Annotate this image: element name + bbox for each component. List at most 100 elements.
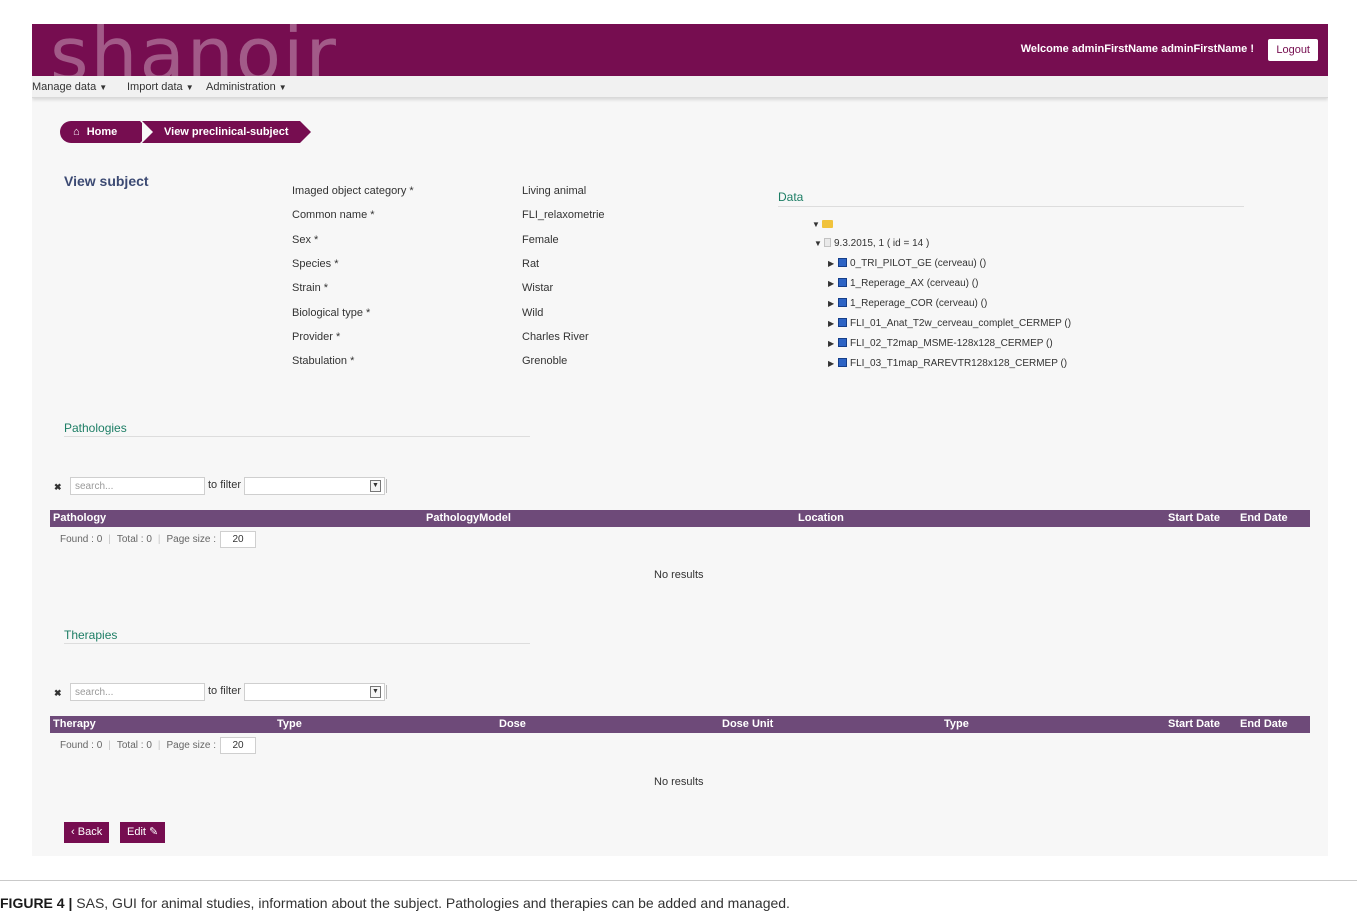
chevron-down-icon[interactable]: ▼ [370,480,381,492]
column-header[interactable]: Start Date [1168,512,1220,524]
tree-dataset-node[interactable]: ▶ 1_Reperage_AX (cerveau) () [828,278,978,292]
clear-filter-icon[interactable]: ✖ [54,688,62,699]
logout-button[interactable]: Logout [1268,39,1318,61]
no-results-message: No results [654,569,704,581]
nav-menu-manage-data[interactable]: Manage data ▼ [32,81,107,93]
breadcrumb-home[interactable]: ⌂ Home [60,121,151,143]
column-header[interactable]: Pathology [53,512,106,524]
field-label: Sex * [292,234,319,246]
field-value: Female [522,234,559,246]
tree-dataset-node[interactable]: ▶ 1_Reperage_COR (cerveau) () [828,298,987,312]
caret-right-icon[interactable]: ▶ [828,279,838,288]
nav-menu-label: Import data [127,81,183,93]
app-window: shanoir Welcome adminFirstName adminFirs… [32,24,1328,856]
field-value: Rat [522,258,540,270]
caret-down-icon: ▼ [278,83,287,92]
chevron-left-icon: ‹ [71,826,75,838]
figure-caption: FIGURE 4 | SAS, GUI for animal studies, … [0,895,790,911]
field-value: FLI_relaxometrie [522,209,605,221]
caret-right-icon[interactable]: ▶ [828,339,838,348]
column-header[interactable]: Location [798,512,844,524]
figure-caption-text: SAS, GUI for animal studies, information… [72,895,790,911]
column-header[interactable]: Start Date [1168,718,1220,730]
app-header: shanoir Welcome adminFirstName adminFirs… [32,24,1328,76]
dataset-icon [838,298,847,307]
column-header[interactable]: End Date [1240,512,1288,524]
field-label: Common name * [292,209,375,221]
column-header[interactable]: Dose [499,718,526,730]
caret-right-icon[interactable]: ▶ [828,359,838,368]
tree-dataset-node[interactable]: ▶ 0_TRI_PILOT_GE (cerveau) () [828,258,986,272]
tree-exam-node[interactable]: ▼ 9.3.2015, 1 ( id = 14 ) [814,238,929,252]
dataset-icon [838,278,847,287]
app-logo[interactable]: shanoir [50,24,338,76]
file-icon [824,238,831,247]
back-button[interactable]: ‹ Back [64,822,110,843]
field-label: Biological type * [292,307,371,319]
caret-down-icon[interactable]: ▼ [814,239,824,248]
tree-dataset-node[interactable]: ▶ FLI_02_T2map_MSME-128x128_CERMEP () [828,338,1053,352]
chevron-down-icon[interactable]: ▼ [370,686,381,698]
caret-right-icon[interactable]: ▶ [828,319,838,328]
divider [64,436,530,437]
tree-root-node[interactable]: ▼ [812,219,833,233]
edit-button[interactable]: Edit ✎ [120,822,166,843]
caret-right-icon[interactable]: ▶ [828,299,838,308]
column-header[interactable]: End Date [1240,718,1288,730]
field-value: Wild [522,307,544,319]
field-label: Stabulation * [292,355,355,367]
tree-dataset-label: 1_Reperage_AX (cerveau) () [850,278,979,289]
breadcrumb-home-label: Home [86,126,118,138]
breadcrumb-current: View preclinical-subject [142,121,311,143]
caret-down-icon[interactable]: ▼ [812,220,822,229]
field-label: Imaged object category * [292,185,414,197]
pathologies-table-header: Pathology PathologyModel Location Start … [50,510,1310,527]
divider [64,643,530,644]
field-label: Provider * [292,331,341,343]
column-header[interactable]: Therapy [53,718,96,730]
page-size-input[interactable]: 20 [220,737,256,754]
dataset-icon [838,258,847,267]
column-header[interactable]: Type [944,718,969,730]
pathologies-title: Pathologies [64,421,127,435]
caret-right-icon[interactable]: ▶ [828,259,838,268]
divider [386,685,387,699]
page-size-label: Page size : [166,534,216,546]
clear-filter-icon[interactable]: ✖ [54,482,62,493]
therapies-pager: Found : 0 | Total : 0 | Page size :20 [60,737,256,754]
tree-dataset-label: 1_Reperage_COR (cerveau) () [850,298,988,309]
caret-down-icon: ▼ [185,83,194,92]
divider [386,479,387,493]
pathology-search-input[interactable] [70,477,205,495]
nav-menu-import-data[interactable]: Import data ▼ [127,81,194,93]
total-count: Total : 0 [116,740,152,752]
filter-label: to filter [208,479,242,491]
divider [0,880,1357,881]
tree-dataset-label: FLI_02_T2map_MSME-128x128_CERMEP () [850,338,1053,349]
tree-dataset-node[interactable]: ▶ FLI_01_Anat_T2w_cerveau_complet_CERMEP … [828,318,1071,332]
found-count: Found : 0 [60,740,103,752]
page-title: View subject [64,173,149,189]
back-label: Back [77,826,103,838]
found-count: Found : 0 [60,534,103,546]
nav-menu-label: Manage data [32,81,97,93]
field-value: Wistar [522,282,554,294]
column-header[interactable]: Type [277,718,302,730]
figure-label: FIGURE 4 | [0,895,73,911]
nav-menu-administration[interactable]: Administration ▼ [206,81,287,93]
data-section-title: Data [778,190,804,204]
nav-menu-label: Administration [206,81,276,93]
therapies-title: Therapies [64,628,118,642]
pathology-filter-select[interactable]: ▼ [244,477,385,495]
page-size-input[interactable]: 20 [220,531,256,548]
column-header[interactable]: PathologyModel [426,512,511,524]
folder-icon [822,220,833,228]
tree-dataset-label: FLI_01_Anat_T2w_cerveau_complet_CERMEP (… [850,318,1072,329]
therapy-filter-select[interactable]: ▼ [244,683,385,701]
welcome-message: Welcome adminFirstName adminFirstName ! [1020,43,1254,55]
field-value: Living animal [522,185,587,197]
column-header[interactable]: Dose Unit [722,718,773,730]
therapy-search-input[interactable] [70,683,205,701]
tree-dataset-node[interactable]: ▶ FLI_03_T1map_RAREVTR128x128_CERMEP () [828,358,1067,372]
main-nav: Manage data ▼ Import data ▼ Administrati… [32,76,1328,98]
